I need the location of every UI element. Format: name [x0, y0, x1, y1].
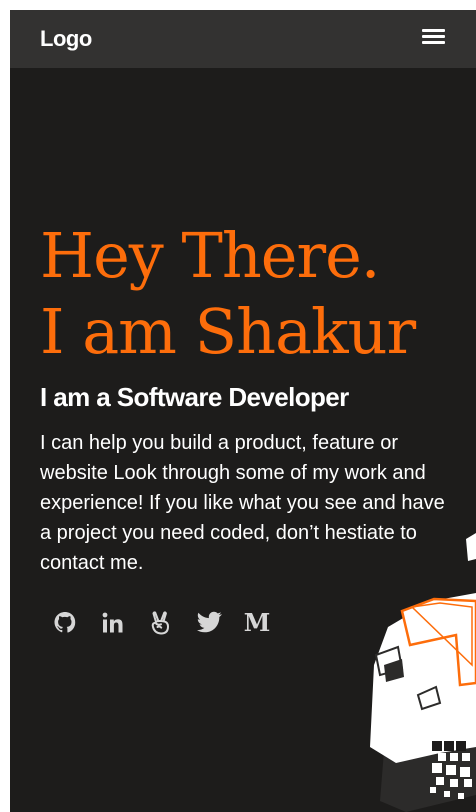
medium-glyph: M — [243, 608, 271, 637]
page: Logo Hey There. I am Shakur I am a Softw… — [10, 10, 476, 812]
menu-bar — [422, 41, 445, 44]
hero-subtitle: I am a Software Developer — [40, 382, 349, 412]
social-links: M — [50, 608, 290, 638]
navbar: Logo — [10, 10, 476, 68]
logo[interactable]: Logo — [40, 26, 92, 52]
linkedin-icon[interactable] — [98, 608, 128, 638]
hero-title-line: I am Shakur — [40, 295, 416, 368]
hamburger-menu-icon[interactable] — [422, 27, 446, 45]
hero-title-line: Hey There. — [40, 219, 381, 292]
angellist-icon[interactable] — [146, 608, 176, 638]
medium-icon[interactable]: M — [242, 608, 272, 638]
twitter-icon[interactable] — [194, 608, 224, 638]
github-icon[interactable] — [50, 608, 80, 638]
decorative-graphic — [370, 533, 476, 812]
menu-bar — [422, 29, 445, 32]
hero-title: Hey There. I am Shakur — [40, 218, 416, 370]
menu-bar — [422, 35, 445, 38]
